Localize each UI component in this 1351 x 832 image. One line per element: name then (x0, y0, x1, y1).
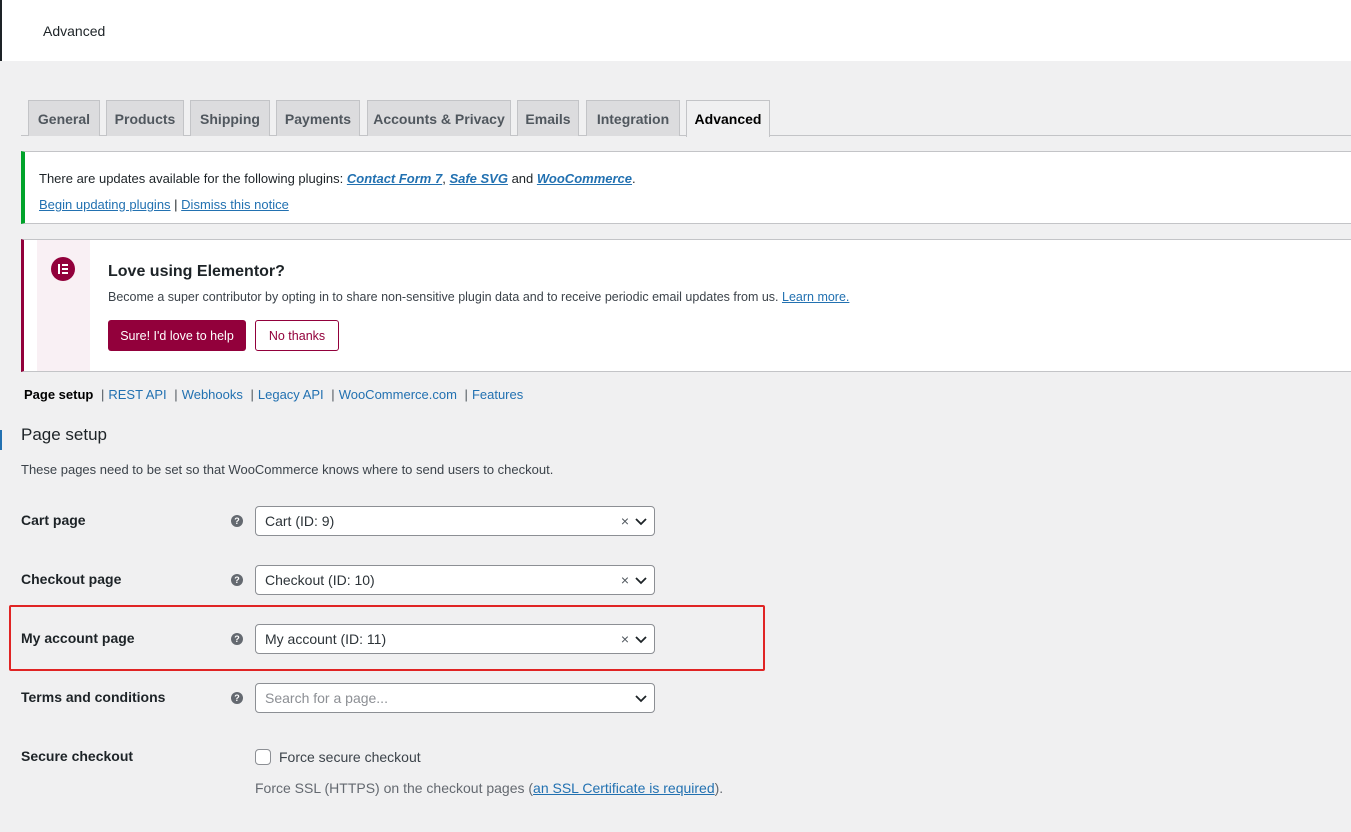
subnav-separator: | (331, 387, 335, 402)
subnav-woocommerce-com[interactable]: WooCommerce.com (339, 387, 457, 402)
ssl-desc-suffix: ). (714, 780, 724, 796)
cart-help-icon[interactable]: ? (231, 515, 243, 527)
section-description: These pages need to be set so that WooCo… (21, 462, 554, 477)
force-secure-checkout-label[interactable]: Force secure checkout (279, 749, 421, 765)
elementor-logo-icon (51, 257, 75, 281)
dismiss-notice-link[interactable]: Dismiss this notice (181, 197, 289, 212)
chevron-down-icon (635, 636, 647, 644)
plugin-link-contact-form-7[interactable]: Contact Form 7 (347, 171, 442, 186)
my-account-page-label: My account page (21, 630, 135, 646)
tab-advanced[interactable]: Advanced (686, 100, 770, 137)
chevron-down-icon (635, 695, 647, 703)
plugin-update-notice: There are updates available for the foll… (21, 151, 1351, 224)
subnav-separator: | (464, 387, 468, 402)
settings-tabs: General Products Shipping Payments Accou… (21, 100, 1351, 137)
elementor-description-text: Become a super contributor by opting in … (108, 290, 782, 304)
clear-icon[interactable]: × (621, 631, 629, 647)
section-title: Page setup (21, 425, 108, 444)
ssl-desc-prefix: Force SSL (HTTPS) on the checkout pages … (255, 780, 534, 796)
subnav-separator: | (250, 387, 254, 402)
checkout-page-label: Checkout page (21, 571, 122, 587)
update-notice-prefix: There are updates available for the foll… (39, 171, 347, 186)
optin-accept-button[interactable]: Sure! I'd love to help (108, 320, 246, 351)
tab-accounts-privacy[interactable]: Accounts & Privacy (367, 100, 511, 136)
terms-page-label: Terms and conditions (21, 689, 166, 705)
update-notice-divider: | (170, 197, 182, 212)
clear-icon[interactable]: × (621, 572, 629, 588)
chevron-down-icon (635, 577, 647, 585)
learn-more-link[interactable]: Learn more. (782, 290, 849, 304)
ssl-description: Force SSL (HTTPS) on the checkout pages … (255, 780, 723, 796)
checkout-page-select[interactable]: Checkout (ID: 10) × (255, 565, 655, 595)
tab-products[interactable]: Products (106, 100, 184, 136)
advanced-subnav: Page setup | REST API | Webhooks | Legacy A… (24, 387, 523, 402)
subnav-legacy-api[interactable]: Legacy API (258, 387, 324, 402)
elementor-description: Become a super contributor by opting in … (108, 290, 849, 304)
plugin-link-safe-svg[interactable]: Safe SVG (449, 171, 508, 186)
my-account-page-value: My account (ID: 11) (265, 631, 387, 647)
my-account-help-icon[interactable]: ? (231, 633, 243, 645)
subnav-features[interactable]: Features (472, 387, 523, 402)
subnav-rest-api[interactable]: REST API (108, 387, 166, 402)
clear-icon[interactable]: × (621, 513, 629, 529)
subnav-separator: | (174, 387, 178, 402)
cart-page-value: Cart (ID: 9) (265, 513, 335, 529)
subnav-webhooks[interactable]: Webhooks (182, 387, 243, 402)
chevron-down-icon (635, 518, 647, 526)
secure-checkout-label: Secure checkout (21, 748, 134, 764)
tab-emails[interactable]: Emails (517, 100, 579, 136)
cart-page-select[interactable]: Cart (ID: 9) × (255, 506, 655, 536)
terms-page-placeholder: Search for a page... (265, 690, 388, 706)
cart-page-label: Cart page (21, 512, 86, 528)
elementor-optin-notice: Love using Elementor? Become a super con… (21, 239, 1351, 372)
page-title: Advanced (43, 23, 106, 39)
update-notice-period: . (632, 171, 636, 186)
update-notice-and: and (507, 171, 537, 186)
tab-general[interactable]: General (28, 100, 100, 136)
elementor-icon-panel (37, 240, 90, 371)
tab-shipping[interactable]: Shipping (190, 100, 270, 136)
checkout-page-value: Checkout (ID: 10) (265, 572, 375, 588)
optin-decline-button[interactable]: No thanks (255, 320, 339, 351)
tab-integration[interactable]: Integration (586, 100, 680, 136)
update-notice-text: There are updates available for the foll… (39, 171, 636, 186)
left-edge-marker (0, 430, 2, 450)
begin-updating-link[interactable]: Begin updating plugins (39, 197, 171, 212)
tab-payments[interactable]: Payments (276, 100, 360, 136)
top-header: Advanced (0, 0, 1351, 61)
checkout-help-icon[interactable]: ? (231, 574, 243, 586)
terms-help-icon[interactable]: ? (231, 692, 243, 704)
my-account-page-select[interactable]: My account (ID: 11) × (255, 624, 655, 654)
update-notice-actions: Begin updating plugins | Dismiss this no… (39, 197, 289, 212)
ssl-certificate-link[interactable]: an SSL Certificate is required (533, 780, 715, 796)
plugin-link-woocommerce[interactable]: WooCommerce (537, 171, 632, 186)
force-secure-checkout-checkbox[interactable] (255, 749, 271, 765)
terms-page-select[interactable]: Search for a page... (255, 683, 655, 713)
elementor-title: Love using Elementor? (108, 263, 285, 280)
subnav-separator: | (100, 387, 105, 402)
subnav-page-setup[interactable]: Page setup (24, 387, 93, 402)
